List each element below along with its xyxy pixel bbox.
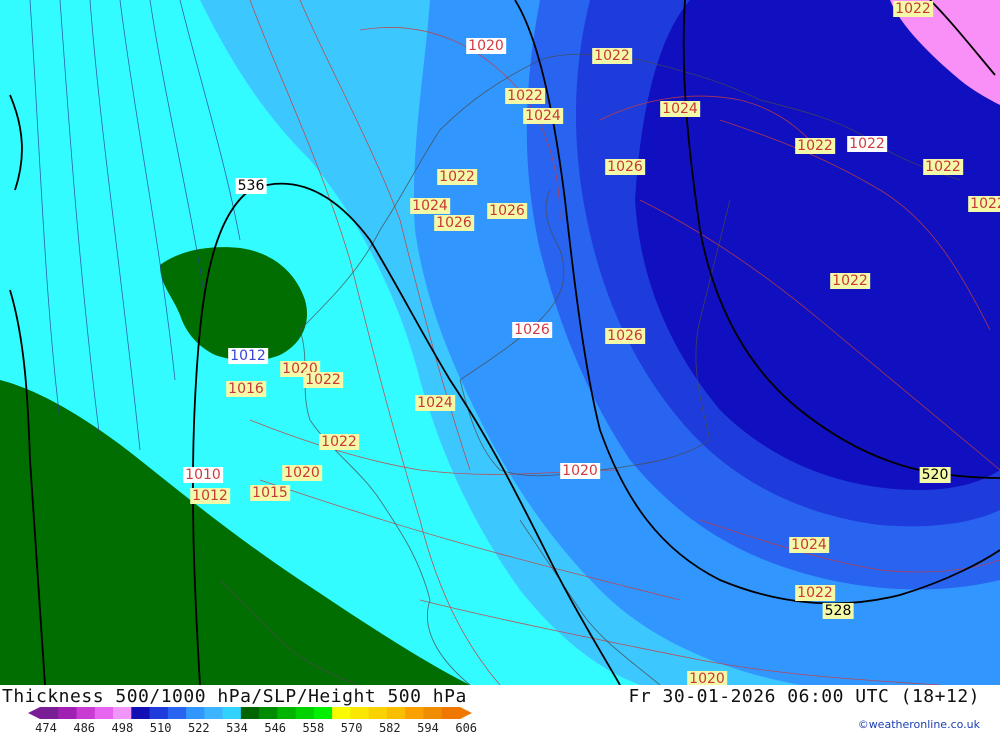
height-label: 528 [822,603,854,619]
slp-label: 1026 [605,328,645,344]
slp-label: 1015 [250,485,290,501]
slp-label: 1010 [183,467,223,483]
color-scale-arrow-right [460,707,472,719]
color-scale-swatch [368,707,388,719]
height-label: 536 [235,178,267,194]
slp-label: 1020 [282,465,322,481]
color-scale-swatch [405,707,424,719]
slp-label: 1024 [410,198,450,214]
slp-label: 1022 [437,169,477,185]
color-scale-swatch [167,707,187,719]
color-scale-swatch [386,707,406,719]
color-scale-swatch [204,707,224,719]
slp-label: 1012 [190,488,230,504]
slp-label: 1022 [303,372,343,388]
valid-time: Fr 30-01-2026 06:00 UTC (18+12) [628,686,980,707]
color-scale-swatch [277,707,297,719]
slp-label: 1020 [466,38,506,54]
slp-label: 1024 [415,395,455,411]
slp-label: 1024 [660,101,700,117]
slp-label: 1022 [319,434,359,450]
height-label: 520 [919,467,951,483]
color-scale-bar [28,707,472,719]
slp-label: 1024 [789,537,829,553]
color-scale-swatch [94,707,114,719]
slp-label: 1020 [687,671,727,685]
slp-label: 1022 [505,88,545,104]
slp-label: 1026 [434,215,474,231]
color-scale-swatch [259,707,278,719]
color-scale-swatch [350,707,370,719]
slp-label: 1024 [523,108,563,124]
color-scale-swatch [423,707,443,719]
color-scale-swatch [441,707,461,719]
slp-label: 1016 [226,381,266,397]
color-scale-swatch [222,707,242,719]
color-scale-swatch [240,707,260,719]
credit-link[interactable]: ©weatheronline.co.uk [858,718,980,731]
map-title: Thickness 500/1000 hPa/SLP/Height 500 hP… [2,686,467,707]
color-scale-arrow-left [28,707,40,719]
color-scale-swatch [76,707,96,719]
slp-label: 1012 [228,348,268,364]
slp-label: 1022 [893,1,933,17]
color-scale-swatch [40,707,59,719]
weather-map: 1020 1022 1022 1024 1024 1026 1022 1022 … [0,0,1000,685]
slp-label: 1026 [512,322,552,338]
slp-label: 1022 [847,136,887,152]
color-scale-swatch [313,707,333,719]
color-scale-swatch [113,707,132,719]
slp-label: 1022 [923,159,963,175]
slp-label: 1022 [968,196,1000,212]
slp-label: 1026 [605,159,645,175]
map-footer: Thickness 500/1000 hPa/SLP/Height 500 hP… [0,685,1000,735]
map-canvas [0,0,1000,685]
slp-label: 1022 [795,138,835,154]
slp-label: 1020 [560,463,600,479]
slp-label: 1022 [592,48,632,64]
color-scale-swatch [295,707,315,719]
color-scale-swatch [149,707,169,719]
slp-label: 1022 [795,585,835,601]
slp-label: 1026 [487,203,527,219]
color-scale-swatch [131,707,151,719]
color-scale-swatch [186,707,205,719]
color-scale-swatch [332,707,351,719]
slp-label: 1022 [830,273,870,289]
color-scale-swatch [58,707,78,719]
